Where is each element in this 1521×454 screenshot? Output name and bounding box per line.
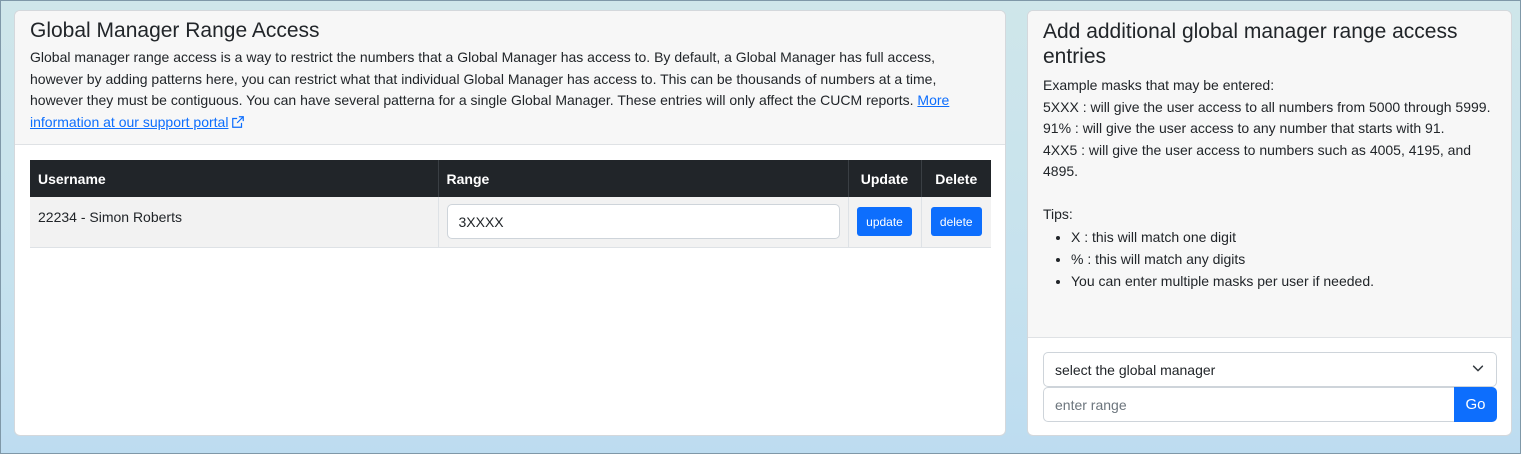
global-manager-select[interactable]: select the global manager xyxy=(1043,352,1497,387)
range-table: Username Range Update Delete 22234 - Sim… xyxy=(30,160,991,248)
external-link-icon xyxy=(231,114,245,136)
delete-button[interactable]: delete xyxy=(930,207,982,237)
range-access-header: Global Manager Range Access Global manag… xyxy=(15,11,1005,145)
update-button[interactable]: update xyxy=(857,207,912,237)
chevron-down-icon xyxy=(1471,361,1485,378)
range-input-group: Go xyxy=(1043,387,1497,422)
description-text: Global manager range access is a way to … xyxy=(30,49,937,108)
add-entries-title: Add additional global manager range acce… xyxy=(1043,20,1458,68)
tip-item: X : this will match one digit xyxy=(1071,226,1496,248)
delete-cell: delete xyxy=(921,197,991,248)
examples-intro: Example masks that may be entered: xyxy=(1043,77,1275,93)
select-value: select the global manager xyxy=(1055,361,1216,378)
range-cell xyxy=(438,197,849,248)
add-entries-header: Add additional global manager range acce… xyxy=(1028,11,1511,338)
header-range: Range xyxy=(438,160,849,197)
instructions: Example masks that may be entered: 5XXX … xyxy=(1043,75,1496,292)
tip-item: You can enter multiple masks per user if… xyxy=(1071,270,1496,292)
new-range-input[interactable] xyxy=(1043,387,1454,422)
header-delete: Delete xyxy=(921,160,991,197)
go-button[interactable]: Go xyxy=(1454,387,1497,422)
page-title: Global Manager Range Access xyxy=(30,19,320,42)
header-update: Update xyxy=(848,160,922,197)
range-access-card: Global Manager Range Access Global manag… xyxy=(14,10,1006,436)
tips-label: Tips: xyxy=(1043,206,1073,222)
tip-item: % : this will match any digits xyxy=(1071,248,1496,270)
example-item: 5XXX : will give the user access to all … xyxy=(1043,98,1491,115)
username-cell: 22234 - Simon Roberts xyxy=(30,197,439,248)
tips-list: X : this will match one digit % : this w… xyxy=(1043,226,1496,292)
header-username: Username xyxy=(30,160,439,197)
update-cell: update xyxy=(848,197,922,248)
example-item: 91% : will give the user access to any n… xyxy=(1043,120,1445,136)
range-input[interactable] xyxy=(446,204,840,240)
example-item: 4XX5 : will give the user access to numb… xyxy=(1043,141,1472,180)
add-entries-card: Add additional global manager range acce… xyxy=(1027,10,1512,436)
table-header-row: Username Range Update Delete xyxy=(30,160,991,197)
description: Global manager range access is a way to … xyxy=(30,47,990,135)
table-row: 22234 - Simon Roberts update delete xyxy=(30,197,991,248)
